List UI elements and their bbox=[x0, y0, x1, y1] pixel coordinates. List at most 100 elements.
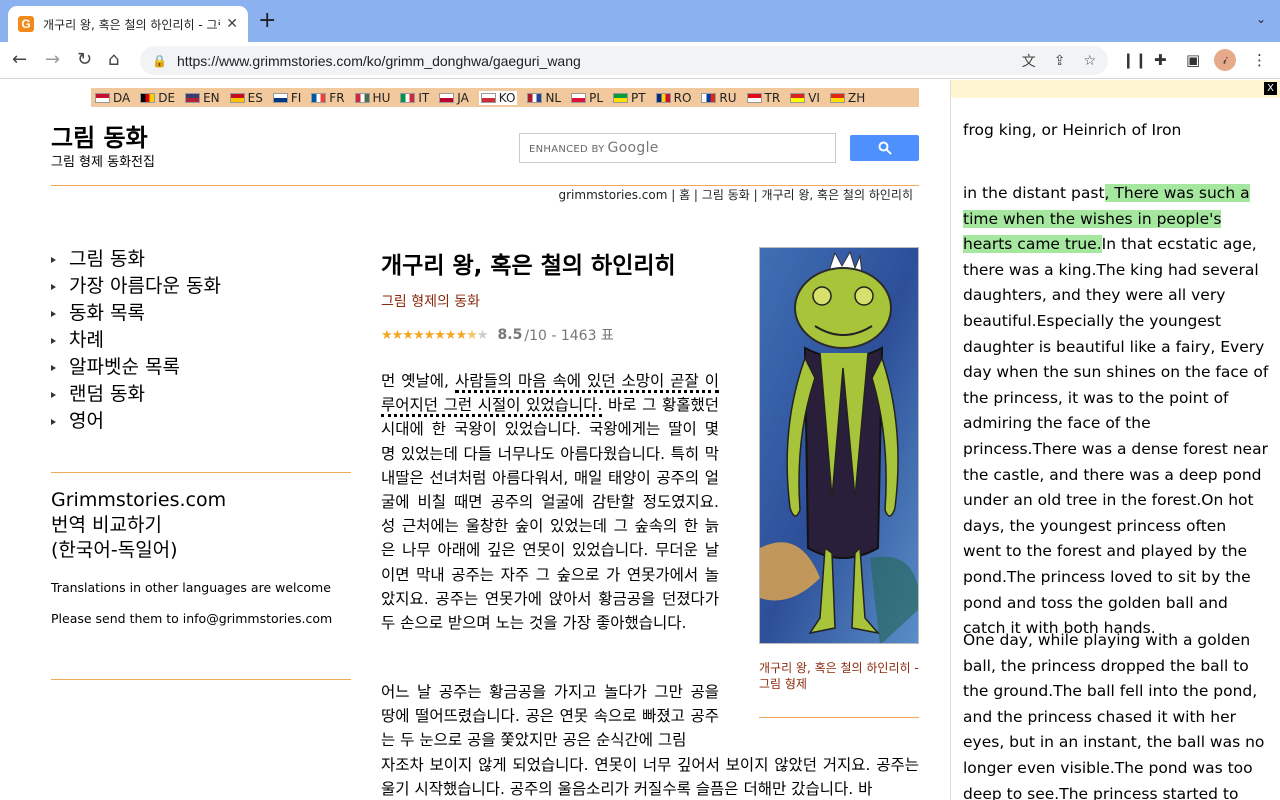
lang-link-en[interactable]: EN bbox=[185, 91, 220, 105]
panel-header: X bbox=[951, 80, 1280, 98]
flag-fi-icon bbox=[272, 92, 288, 103]
tab-search-chevron-icon[interactable]: ⌄ bbox=[1256, 12, 1266, 26]
sidebar-divider-bottom bbox=[51, 679, 351, 680]
site-title[interactable]: 그림 동화 bbox=[51, 118, 148, 153]
flag-ro-icon bbox=[655, 92, 671, 103]
rating: ★★★★★★★★★★ 8.5 /10 - 1463 표 bbox=[381, 325, 614, 345]
star-icon[interactable]: ☆ bbox=[1083, 53, 1096, 69]
flag-vi-icon bbox=[790, 92, 806, 103]
story-paragraph-1: 먼 옛날에, 사람들의 마음 속에 있던 소망이 곧잘 이루어지던 그런 시절이… bbox=[381, 372, 719, 633]
profile-avatar[interactable]: 𝒾 bbox=[1214, 49, 1236, 71]
browser-toolbar: ← → ↻ ⌂ 🔒 https://www.grimmstories.com/k… bbox=[0, 42, 1280, 79]
flag-hu-icon bbox=[354, 92, 370, 103]
flag-ja-icon bbox=[439, 92, 455, 103]
panel-close-button[interactable]: X bbox=[1264, 82, 1277, 95]
language-bar: DA DE EN ES FI FR HU IT JA KO NL PL PT RO RU TR VI ZH bbox=[91, 88, 919, 107]
address-bar[interactable]: 🔒 https://www.grimmstories.com/ko/grimm_… bbox=[140, 46, 1108, 75]
lang-link-fr[interactable]: FR bbox=[311, 91, 345, 105]
rating-value: 8.5 bbox=[497, 327, 523, 343]
tab-close-icon[interactable]: ✕ bbox=[226, 16, 238, 32]
lang-link-ro[interactable]: RO bbox=[655, 91, 691, 105]
lang-link-tr[interactable]: TR bbox=[746, 91, 780, 105]
extensions-icon[interactable]: ✚ bbox=[1154, 51, 1167, 69]
sidebar-item-4[interactable]: 알파벳순 목록 bbox=[51, 354, 221, 381]
site-favicon-icon: G bbox=[18, 16, 34, 32]
home-icon[interactable]: ⌂ bbox=[108, 50, 119, 70]
forward-icon[interactable]: → bbox=[45, 50, 60, 70]
lang-link-ko[interactable]: KO bbox=[478, 90, 518, 105]
flag-nl-icon bbox=[527, 92, 543, 103]
page-content: DA DE EN ES FI FR HU IT JA KO NL PL PT RO RU TR VI ZH 그림 … bbox=[0, 80, 950, 800]
flag-ko-icon bbox=[480, 92, 496, 103]
flag-de-icon bbox=[140, 92, 156, 103]
search-button[interactable] bbox=[850, 135, 919, 161]
flag-zh-icon bbox=[829, 92, 845, 103]
site-subtitle: 그림 형제 동화전집 bbox=[51, 155, 155, 170]
sidepanel-icon[interactable]: ▣ bbox=[1186, 51, 1200, 69]
flag-pt-icon bbox=[613, 92, 629, 103]
lang-link-pt[interactable]: PT bbox=[613, 91, 646, 105]
flag-en-icon bbox=[185, 92, 201, 103]
search-input[interactable]: ENHANCED BY Google bbox=[519, 133, 836, 163]
panel-paragraph-1: in the distant past, There was such a ti… bbox=[963, 184, 1269, 638]
lang-link-ja[interactable]: JA bbox=[439, 91, 469, 105]
contact-note: Please send them to info@grimmstories.co… bbox=[51, 611, 333, 626]
translation-note: Translations in other languages are welc… bbox=[51, 580, 331, 595]
reader-icon[interactable]: ❙❙ bbox=[1122, 51, 1147, 69]
caption-divider bbox=[759, 717, 919, 718]
lang-link-fi[interactable]: FI bbox=[272, 91, 301, 105]
frog-king-image bbox=[760, 248, 918, 643]
lock-icon[interactable]: 🔒 bbox=[152, 54, 167, 68]
search-icon bbox=[878, 141, 892, 155]
flag-pl-icon bbox=[571, 92, 587, 103]
lang-link-ru[interactable]: RU bbox=[701, 91, 737, 105]
lang-link-pl[interactable]: PL bbox=[571, 91, 603, 105]
translation-panel: X frog king, or Heinrich of Iron in the … bbox=[950, 80, 1280, 800]
lang-link-it[interactable]: IT bbox=[400, 91, 429, 105]
flag-fr-icon bbox=[311, 92, 327, 103]
compare-block[interactable]: Grimmstories.com 번역 비교하기 (한국어-독일어) bbox=[51, 488, 226, 563]
tab-title: 개구리 왕, 혹은 철의 하인리히 - 그림 bbox=[43, 17, 221, 32]
sidebar-item-1[interactable]: 가장 아름다운 동화 bbox=[51, 273, 221, 300]
share-icon[interactable]: ⇪ bbox=[1054, 53, 1066, 69]
sidebar-divider bbox=[51, 472, 351, 473]
sidebar-item-3[interactable]: 차례 bbox=[51, 327, 221, 354]
new-tab-button[interactable]: + bbox=[258, 10, 276, 32]
breadcrumb[interactable]: grimmstories.com | 홈 | 그림 동화 | 개구리 왕, 혹은… bbox=[559, 186, 914, 203]
lang-link-hu[interactable]: HU bbox=[354, 91, 390, 105]
search-hint: ENHANCED BY Google bbox=[529, 140, 659, 156]
menu-icon[interactable]: ⋮ bbox=[1252, 51, 1267, 69]
image-caption: 개구리 왕, 혹은 철의 하인리히 - 그림 형제 bbox=[759, 661, 919, 691]
story-paragraph-2: 어느 날 공주는 황금공을 가지고 놀다가 그만 공을 땅에 떨어뜨렸습니다. … bbox=[381, 683, 919, 798]
back-icon[interactable]: ← bbox=[12, 50, 27, 70]
lang-link-da[interactable]: DA bbox=[95, 91, 130, 105]
sidebar-item-2[interactable]: 동화 목록 bbox=[51, 300, 221, 327]
lang-link-nl[interactable]: NL bbox=[527, 91, 561, 105]
frog-king-illustration bbox=[759, 247, 919, 644]
url-text[interactable]: https://www.grimmstories.com/ko/grimm_do… bbox=[177, 53, 1022, 69]
rating-rest: /10 - 1463 표 bbox=[524, 328, 614, 344]
compare-line3: (한국어-독일어) bbox=[51, 539, 178, 561]
compare-line1: Grimmstories.com bbox=[51, 489, 227, 511]
flag-es-icon bbox=[229, 92, 245, 103]
panel-title: frog king, or Heinrich of Iron bbox=[963, 121, 1182, 139]
panel-paragraph-2: One day, while playing with a golden bal… bbox=[963, 631, 1265, 800]
story-title: 개구리 왕, 혹은 철의 하인리히 bbox=[381, 253, 676, 279]
story-author[interactable]: 그림 형제의 동화 bbox=[381, 291, 480, 311]
lang-link-zh[interactable]: ZH bbox=[829, 91, 865, 105]
flag-ru-icon bbox=[701, 92, 717, 103]
sidebar-item-6[interactable]: 영어 bbox=[51, 408, 221, 435]
reload-icon[interactable]: ↻ bbox=[77, 50, 92, 70]
sidebar-item-0[interactable]: 그림 동화 bbox=[51, 246, 221, 273]
sidebar-nav: 그림 동화 가장 아름다운 동화 동화 목록 차례 알파벳순 목록 랜덤 동화 영어 bbox=[51, 246, 221, 435]
tab-active[interactable]: G 개구리 왕, 혹은 철의 하인리히 - 그림 ✕ bbox=[8, 6, 248, 42]
translate-icon[interactable]: 文 bbox=[1022, 51, 1036, 71]
lang-link-vi[interactable]: VI bbox=[790, 91, 820, 105]
sidebar-item-5[interactable]: 랜덤 동화 bbox=[51, 381, 221, 408]
flag-it-icon bbox=[400, 92, 416, 103]
lang-link-es[interactable]: ES bbox=[229, 91, 263, 105]
rating-stars-icon[interactable]: ★★★★★★★★★★ bbox=[381, 328, 489, 343]
lang-link-de[interactable]: DE bbox=[140, 91, 175, 105]
flag-tr-icon bbox=[746, 92, 762, 103]
tab-strip: G 개구리 왕, 혹은 철의 하인리히 - 그림 ✕ + ⌄ bbox=[0, 0, 1280, 42]
